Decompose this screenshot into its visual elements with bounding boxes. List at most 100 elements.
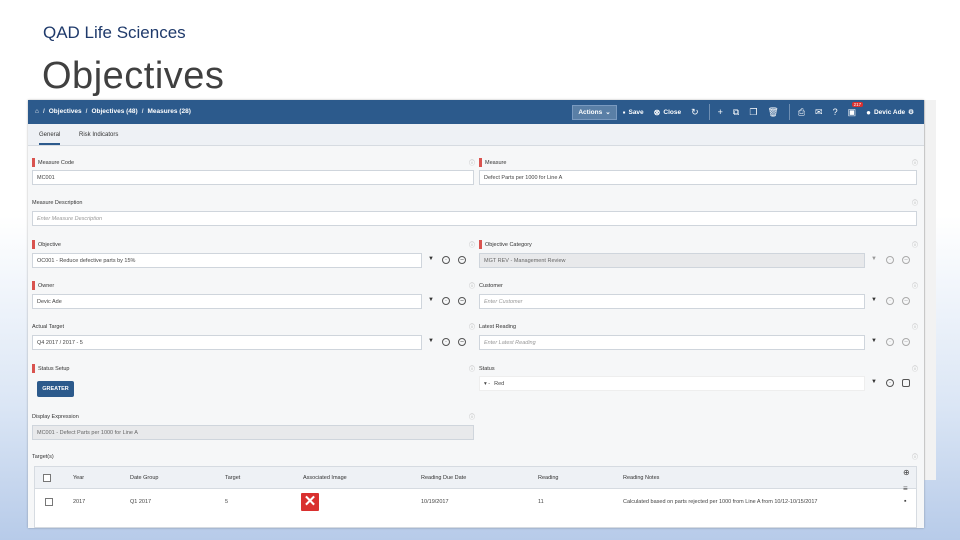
table-row[interactable]: 2017 Q1 2017 5 ✕ 10/19/2017 11 Calculate… xyxy=(35,489,916,515)
info-icon[interactable]: ⓘ xyxy=(469,158,475,167)
breadcrumb-objectives[interactable]: Objectives xyxy=(49,108,82,115)
owner-select[interactable]: Devic Ade xyxy=(32,294,422,309)
toolbar-divider xyxy=(708,104,710,120)
objective-category-label: Objective Category xyxy=(479,240,532,249)
info-icon[interactable]: ⓘ xyxy=(469,364,475,373)
search-circle-icon[interactable]: · xyxy=(442,297,450,305)
slide-subtitle: QAD Life Sciences xyxy=(43,23,186,42)
clear-icon[interactable] xyxy=(902,379,910,387)
minus-circle-icon[interactable]: – xyxy=(458,338,466,346)
add-icon[interactable]: + xyxy=(718,107,723,117)
dropdown-arrow-icon[interactable]: ▼ xyxy=(871,297,877,303)
dropdown-arrow-icon[interactable]: ▼ xyxy=(428,297,434,303)
inbox-icon[interactable]: ▣ 217 xyxy=(848,101,864,118)
select-all-checkbox[interactable] xyxy=(43,474,51,482)
row-checkbox[interactable] xyxy=(45,498,53,506)
info-icon[interactable]: ⓘ xyxy=(912,198,918,207)
tab-risk-indicators[interactable]: Risk Indicators xyxy=(79,132,118,138)
app-screenshot: ⌂ / Objectives / Objectives (48) / Measu… xyxy=(28,100,924,528)
search-circle-icon[interactable]: · xyxy=(442,338,450,346)
status-select[interactable]: ▾ - Red xyxy=(479,376,865,391)
info-icon[interactable]: ⓘ xyxy=(912,452,918,461)
broken-image-icon[interactable]: ✕ xyxy=(301,493,319,511)
customer-select[interactable]: Enter Customer xyxy=(479,294,865,309)
column-header[interactable]: Date Group xyxy=(130,475,158,481)
latest-reading-select[interactable]: Enter Latest Reading xyxy=(479,335,865,350)
tab-bar: General Risk Indicators xyxy=(28,124,924,146)
objective-label: Objective xyxy=(32,240,61,249)
actual-target-select[interactable]: Q4 2017 / 2017 - 5 xyxy=(32,335,422,350)
copy-icon[interactable]: ⧉ xyxy=(733,107,739,118)
actions-label: Actions xyxy=(578,108,603,116)
measure-description-input[interactable]: Enter Measure Description xyxy=(32,211,917,226)
minus-circle-icon[interactable]: – xyxy=(458,256,466,264)
home-icon[interactable]: ⌂ xyxy=(35,108,39,115)
info-icon[interactable]: ⓘ xyxy=(912,240,918,249)
info-icon[interactable]: ⓘ xyxy=(469,281,475,290)
outer-scrollbar[interactable] xyxy=(924,100,936,480)
help-icon[interactable]: ? xyxy=(833,107,838,117)
column-header[interactable]: Year xyxy=(73,475,84,481)
objective-select[interactable]: OC001 - Reduce defective parts by 15% xyxy=(32,253,422,268)
tab-general[interactable]: General xyxy=(39,132,61,145)
breadcrumb: ⌂ / Objectives / Objectives (48) / Measu… xyxy=(35,108,191,115)
save-button[interactable]: ▪ Save xyxy=(623,108,644,117)
info-icon[interactable]: ⓘ xyxy=(912,281,918,290)
dropdown-arrow-icon[interactable]: ▼ xyxy=(428,338,434,344)
chevron-down-icon: ⌄ xyxy=(605,109,611,116)
info-icon[interactable]: ⓘ xyxy=(912,364,918,373)
cell-reading-due-date: 10/19/2017 xyxy=(421,499,449,505)
search-circle-icon[interactable]: · xyxy=(886,297,894,305)
minus-circle-icon[interactable]: – xyxy=(458,297,466,305)
column-header[interactable]: Reading Due Date xyxy=(421,475,466,481)
slide-title: Objectives xyxy=(42,55,225,97)
minus-circle-icon[interactable]: – xyxy=(902,338,910,346)
user-menu[interactable]: ● Devic Ade ⚙ xyxy=(866,108,914,117)
info-icon[interactable]: ⓘ xyxy=(912,322,918,331)
dropdown-arrow-icon[interactable]: ▼ xyxy=(428,256,434,262)
toolbar-actions: Actions ⌄ ▪ Save ⊗ Close ↻ + ⧉ ❐ 🗑 ⎙ ✉ ?… xyxy=(572,100,924,124)
measure-label: Measure xyxy=(479,158,506,167)
status-value: Red xyxy=(494,380,505,387)
email-icon[interactable]: ✉ xyxy=(815,107,823,118)
delete-icon[interactable]: 🗑 xyxy=(767,107,778,118)
info-icon[interactable]: ⓘ xyxy=(469,322,475,331)
delete-row-icon[interactable]: ▪ xyxy=(904,498,906,505)
info-icon[interactable]: ⓘ xyxy=(469,412,475,421)
info-icon[interactable]: ⓘ xyxy=(912,158,918,167)
status-setup-label: Status Setup xyxy=(32,364,70,373)
print-icon[interactable]: ⎙ xyxy=(798,107,805,118)
breadcrumb-measures: Measures (28) xyxy=(147,108,191,115)
add-row-icon[interactable]: ⊕ xyxy=(903,468,910,477)
measure-field[interactable]: Defect Parts per 1000 for Line A xyxy=(479,170,917,185)
cell-reading-notes: Calculated based on parts rejected per 1… xyxy=(623,499,818,505)
latest-reading-label: Latest Reading xyxy=(479,323,516,330)
display-expression-field: MC001 - Defect Parts per 1000 for Line A xyxy=(32,425,474,440)
search-circle-icon[interactable]: · xyxy=(886,338,894,346)
table-header: Year Date Group Target Associated Image … xyxy=(35,467,916,489)
search-circle-icon[interactable]: · xyxy=(886,379,894,387)
status-label: Status xyxy=(479,365,495,372)
search-circle-icon: · xyxy=(886,256,894,264)
dropdown-arrow-icon: ▼ xyxy=(871,256,877,262)
greater-button[interactable]: GREATER xyxy=(37,381,74,397)
minus-circle-icon[interactable]: – xyxy=(902,297,910,305)
cell-date-group: Q1 2017 xyxy=(130,499,152,505)
dropdown-arrow-icon[interactable]: ▼ xyxy=(871,338,877,344)
menu-icon[interactable]: ≡ xyxy=(903,484,908,493)
close-button[interactable]: ⊗ Close xyxy=(654,108,681,117)
dropdown-arrow-icon[interactable]: ▼ xyxy=(871,379,877,385)
duplicate-icon[interactable]: ❐ xyxy=(749,107,757,118)
info-icon[interactable]: ⓘ xyxy=(469,240,475,249)
measure-form: Measure Code ⓘ MC001 Measure ⓘ Defect Pa… xyxy=(28,146,924,528)
column-header[interactable]: Target xyxy=(225,475,240,481)
column-header[interactable]: Reading xyxy=(538,475,559,481)
search-circle-icon[interactable]: · xyxy=(442,256,450,264)
breadcrumb-objectives-count[interactable]: Objectives (48) xyxy=(91,108,137,115)
column-header[interactable]: Associated Image xyxy=(303,475,347,481)
actions-dropdown[interactable]: Actions ⌄ xyxy=(572,104,617,120)
refresh-icon[interactable]: ↻ xyxy=(691,107,699,118)
column-header[interactable]: Reading Notes xyxy=(623,475,659,481)
targets-label: Target(s) xyxy=(32,453,54,460)
measure-code-field[interactable]: MC001 xyxy=(32,170,474,185)
